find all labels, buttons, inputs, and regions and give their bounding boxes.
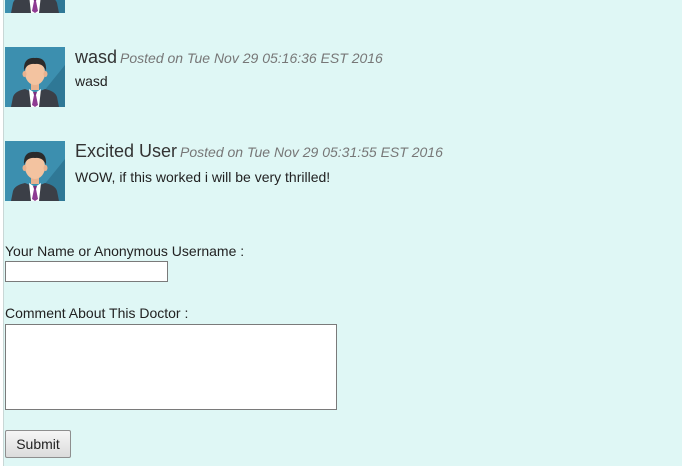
name-input[interactable] [5,261,168,282]
comment-timestamp: Posted on Tue Nov 29 05:16:36 EST 2016 [120,50,383,66]
submit-button[interactable]: Submit [5,430,71,458]
comment-text: WOW, if this worked i will be very thril… [75,169,331,185]
comment-author: wasd Posted on Tue Nov 29 05:16:36 EST 20… [75,47,383,67]
comment-text: wasd [75,73,108,89]
comment-item: Excited User Posted on Tue Nov 29 05:31:5… [0,141,682,211]
user-avatar-icon [5,141,65,201]
name-field-label: Your Name or Anonymous Username : [5,243,245,259]
comment-item [0,0,682,23]
user-avatar-icon [5,0,65,13]
comment-textarea[interactable] [5,324,337,410]
comment-field-label: Comment About This Doctor : [5,305,189,321]
comment-timestamp: Posted on Tue Nov 29 05:31:55 EST 2016 [180,144,443,160]
comment-item: wasd Posted on Tue Nov 29 05:16:36 EST 20… [0,47,682,117]
comment-author: Excited User Posted on Tue Nov 29 05:31:5… [75,141,443,161]
user-avatar-icon [5,47,65,107]
